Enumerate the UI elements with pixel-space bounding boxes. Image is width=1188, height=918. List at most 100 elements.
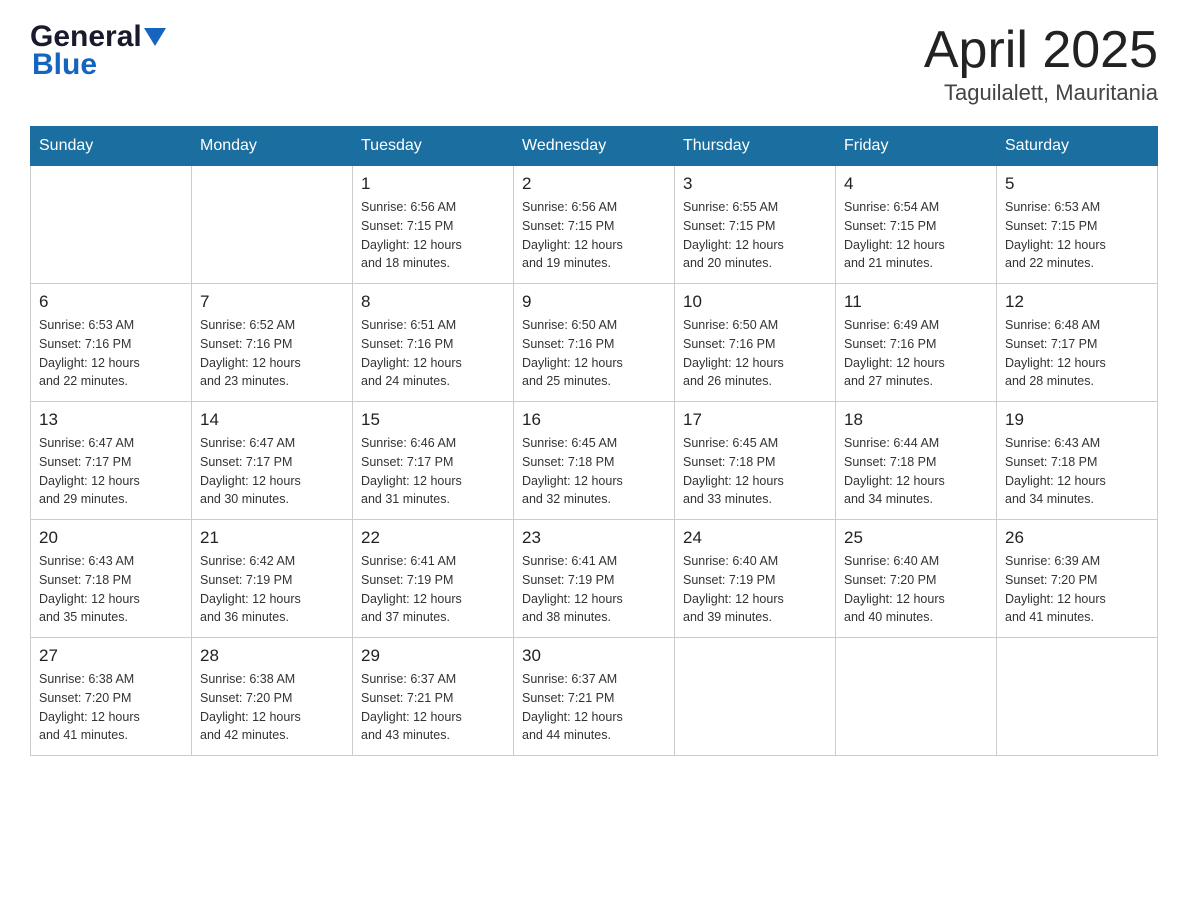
day-info: Sunrise: 6:37 AMSunset: 7:21 PMDaylight:…	[361, 670, 505, 745]
day-number: 27	[39, 646, 183, 666]
day-number: 29	[361, 646, 505, 666]
day-info: Sunrise: 6:55 AMSunset: 7:15 PMDaylight:…	[683, 198, 827, 273]
weekday-header-sunday: Sunday	[31, 127, 192, 166]
calendar-cell	[675, 638, 836, 756]
day-number: 22	[361, 528, 505, 548]
weekday-header-row: SundayMondayTuesdayWednesdayThursdayFrid…	[31, 127, 1158, 166]
calendar-cell: 18 Sunrise: 6:44 AMSunset: 7:18 PMDayligh…	[836, 402, 997, 520]
calendar-cell	[836, 638, 997, 756]
day-number: 5	[1005, 174, 1149, 194]
day-number: 26	[1005, 528, 1149, 548]
day-info: Sunrise: 6:46 AMSunset: 7:17 PMDaylight:…	[361, 434, 505, 509]
day-info: Sunrise: 6:56 AMSunset: 7:15 PMDaylight:…	[522, 198, 666, 273]
calendar-cell: 2 Sunrise: 6:56 AMSunset: 7:15 PMDaylight…	[514, 166, 675, 284]
calendar-subtitle: Taguilalett, Mauritania	[924, 80, 1158, 106]
day-info: Sunrise: 6:41 AMSunset: 7:19 PMDaylight:…	[361, 552, 505, 627]
day-info: Sunrise: 6:38 AMSunset: 7:20 PMDaylight:…	[200, 670, 344, 745]
day-info: Sunrise: 6:48 AMSunset: 7:17 PMDaylight:…	[1005, 316, 1149, 391]
calendar-cell: 30 Sunrise: 6:37 AMSunset: 7:21 PMDayligh…	[514, 638, 675, 756]
calendar-cell: 4 Sunrise: 6:54 AMSunset: 7:15 PMDaylight…	[836, 166, 997, 284]
day-info: Sunrise: 6:47 AMSunset: 7:17 PMDaylight:…	[39, 434, 183, 509]
day-info: Sunrise: 6:38 AMSunset: 7:20 PMDaylight:…	[39, 670, 183, 745]
calendar-cell: 22 Sunrise: 6:41 AMSunset: 7:19 PMDayligh…	[353, 520, 514, 638]
day-number: 30	[522, 646, 666, 666]
calendar-table: SundayMondayTuesdayWednesdayThursdayFrid…	[30, 126, 1158, 756]
calendar-cell: 16 Sunrise: 6:45 AMSunset: 7:18 PMDayligh…	[514, 402, 675, 520]
calendar-cell: 10 Sunrise: 6:50 AMSunset: 7:16 PMDayligh…	[675, 284, 836, 402]
calendar-cell: 20 Sunrise: 6:43 AMSunset: 7:18 PMDayligh…	[31, 520, 192, 638]
day-number: 6	[39, 292, 183, 312]
day-number: 23	[522, 528, 666, 548]
day-info: Sunrise: 6:40 AMSunset: 7:20 PMDaylight:…	[844, 552, 988, 627]
day-number: 12	[1005, 292, 1149, 312]
day-number: 21	[200, 528, 344, 548]
calendar-cell: 21 Sunrise: 6:42 AMSunset: 7:19 PMDayligh…	[192, 520, 353, 638]
day-info: Sunrise: 6:53 AMSunset: 7:15 PMDaylight:…	[1005, 198, 1149, 273]
calendar-week-5: 27 Sunrise: 6:38 AMSunset: 7:20 PMDayligh…	[31, 638, 1158, 756]
weekday-header-monday: Monday	[192, 127, 353, 166]
calendar-cell	[997, 638, 1158, 756]
calendar-cell: 17Sunrise: 6:45 AMSunset: 7:18 PMDayligh…	[675, 402, 836, 520]
day-number: 9	[522, 292, 666, 312]
day-number: 18	[844, 410, 988, 430]
day-number: 28	[200, 646, 344, 666]
calendar-title: April 2025	[924, 20, 1158, 80]
calendar-cell: 19Sunrise: 6:43 AMSunset: 7:18 PMDayligh…	[997, 402, 1158, 520]
day-info: Sunrise: 6:45 AMSunset: 7:18 PMDaylight:…	[522, 434, 666, 509]
calendar-cell: 25 Sunrise: 6:40 AMSunset: 7:20 PMDayligh…	[836, 520, 997, 638]
day-number: 3	[683, 174, 827, 194]
calendar-cell: 1 Sunrise: 6:56 AMSunset: 7:15 PMDaylight…	[353, 166, 514, 284]
calendar-cell: 15 Sunrise: 6:46 AMSunset: 7:17 PMDayligh…	[353, 402, 514, 520]
day-info: Sunrise: 6:37 AMSunset: 7:21 PMDaylight:…	[522, 670, 666, 745]
calendar-cell: 8 Sunrise: 6:51 AMSunset: 7:16 PMDaylight…	[353, 284, 514, 402]
day-info: Sunrise: 6:54 AMSunset: 7:15 PMDaylight:…	[844, 198, 988, 273]
day-number: 4	[844, 174, 988, 194]
calendar-cell: 29 Sunrise: 6:37 AMSunset: 7:21 PMDayligh…	[353, 638, 514, 756]
day-number: 2	[522, 174, 666, 194]
logo-triangle-icon	[144, 28, 166, 50]
calendar-cell: 27 Sunrise: 6:38 AMSunset: 7:20 PMDayligh…	[31, 638, 192, 756]
page-header: General Blue April 2025 Taguilalett, Mau…	[30, 20, 1158, 106]
weekday-header-saturday: Saturday	[997, 127, 1158, 166]
day-number: 1	[361, 174, 505, 194]
weekday-header-thursday: Thursday	[675, 127, 836, 166]
calendar-cell: 12 Sunrise: 6:48 AMSunset: 7:17 PMDayligh…	[997, 284, 1158, 402]
day-number: 15	[361, 410, 505, 430]
calendar-cell: 5 Sunrise: 6:53 AMSunset: 7:15 PMDaylight…	[997, 166, 1158, 284]
calendar-week-1: 1 Sunrise: 6:56 AMSunset: 7:15 PMDaylight…	[31, 166, 1158, 284]
calendar-week-3: 13 Sunrise: 6:47 AMSunset: 7:17 PMDayligh…	[31, 402, 1158, 520]
day-number: 10	[683, 292, 827, 312]
day-info: Sunrise: 6:50 AMSunset: 7:16 PMDaylight:…	[683, 316, 827, 391]
calendar-cell	[31, 166, 192, 284]
day-info: Sunrise: 6:49 AMSunset: 7:16 PMDaylight:…	[844, 316, 988, 391]
day-info: Sunrise: 6:40 AMSunset: 7:19 PMDaylight:…	[683, 552, 827, 627]
day-number: 25	[844, 528, 988, 548]
day-info: Sunrise: 6:45 AMSunset: 7:18 PMDaylight:…	[683, 434, 827, 509]
weekday-header-tuesday: Tuesday	[353, 127, 514, 166]
weekday-header-friday: Friday	[836, 127, 997, 166]
calendar-cell: 11 Sunrise: 6:49 AMSunset: 7:16 PMDayligh…	[836, 284, 997, 402]
day-number: 24	[683, 528, 827, 548]
day-number: 13	[39, 410, 183, 430]
day-info: Sunrise: 6:52 AMSunset: 7:16 PMDaylight:…	[200, 316, 344, 391]
day-info: Sunrise: 6:42 AMSunset: 7:19 PMDaylight:…	[200, 552, 344, 627]
day-info: Sunrise: 6:47 AMSunset: 7:17 PMDaylight:…	[200, 434, 344, 509]
logo-blue-text: Blue	[32, 48, 166, 82]
day-info: Sunrise: 6:56 AMSunset: 7:15 PMDaylight:…	[361, 198, 505, 273]
day-info: Sunrise: 6:53 AMSunset: 7:16 PMDaylight:…	[39, 316, 183, 391]
day-number: 20	[39, 528, 183, 548]
day-info: Sunrise: 6:43 AMSunset: 7:18 PMDaylight:…	[39, 552, 183, 627]
calendar-cell: 9Sunrise: 6:50 AMSunset: 7:16 PMDaylight…	[514, 284, 675, 402]
day-number: 8	[361, 292, 505, 312]
day-info: Sunrise: 6:43 AMSunset: 7:18 PMDaylight:…	[1005, 434, 1149, 509]
calendar-week-4: 20 Sunrise: 6:43 AMSunset: 7:18 PMDayligh…	[31, 520, 1158, 638]
logo: General Blue	[30, 20, 166, 82]
day-info: Sunrise: 6:44 AMSunset: 7:18 PMDaylight:…	[844, 434, 988, 509]
title-block: April 2025 Taguilalett, Mauritania	[924, 20, 1158, 106]
day-info: Sunrise: 6:39 AMSunset: 7:20 PMDaylight:…	[1005, 552, 1149, 627]
calendar-cell: 6 Sunrise: 6:53 AMSunset: 7:16 PMDaylight…	[31, 284, 192, 402]
calendar-week-2: 6 Sunrise: 6:53 AMSunset: 7:16 PMDaylight…	[31, 284, 1158, 402]
day-info: Sunrise: 6:51 AMSunset: 7:16 PMDaylight:…	[361, 316, 505, 391]
day-number: 11	[844, 292, 988, 312]
day-number: 16	[522, 410, 666, 430]
